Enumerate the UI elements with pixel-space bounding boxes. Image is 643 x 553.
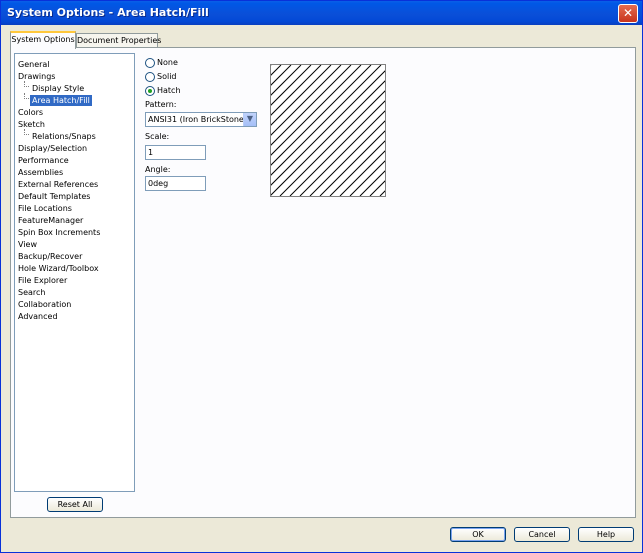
title-bar[interactable]: System Options - Area Hatch/Fill ✕	[1, 1, 642, 25]
tree-item-backup-recover[interactable]: Backup/Recover	[18, 251, 82, 262]
tree-item-hole-wizard-toolbox[interactable]: Hole Wizard/Toolbox	[18, 263, 99, 274]
tree-item-external-references[interactable]: External References	[18, 179, 98, 190]
hatch-line	[329, 140, 385, 196]
reset-all-button[interactable]: Reset All	[47, 497, 103, 512]
options-tree[interactable]: General Drawings Display Style Area Hatc…	[14, 53, 135, 492]
tree-item-colors[interactable]: Colors	[18, 107, 43, 118]
tree-item-featuremanager[interactable]: FeatureManager	[18, 215, 83, 226]
hatch-line	[271, 80, 385, 196]
chevron-down-icon[interactable]: ▼	[243, 113, 256, 126]
hatch-line	[299, 110, 385, 196]
pattern-select[interactable]: ANSI31 (Iron BrickStone) ▼	[145, 112, 257, 127]
tree-item-view[interactable]: View	[18, 239, 37, 250]
tab-system-options[interactable]: System Options	[10, 31, 76, 49]
window-title: System Options - Area Hatch/Fill	[7, 6, 209, 19]
hatch-line	[369, 180, 385, 196]
tree-item-sketch[interactable]: Sketch	[18, 119, 45, 130]
tab-label: System Options	[11, 35, 75, 44]
radio-solid-indicator[interactable]	[145, 72, 155, 82]
scale-label: Scale:	[145, 132, 170, 141]
ok-button[interactable]: OK	[450, 527, 506, 542]
tree-item-advanced[interactable]: Advanced	[18, 311, 58, 322]
hatch-preview	[270, 64, 386, 197]
tree-item-default-templates[interactable]: Default Templates	[18, 191, 90, 202]
tree-item-display-selection[interactable]: Display/Selection	[18, 143, 87, 154]
radio-hatch-label: Hatch	[157, 86, 181, 95]
tree-connector	[24, 81, 29, 87]
close-icon[interactable]: ✕	[618, 4, 638, 23]
tree-item-file-explorer[interactable]: File Explorer	[18, 275, 67, 286]
tree-item-assemblies[interactable]: Assemblies	[18, 167, 63, 178]
radio-none-indicator[interactable]	[145, 58, 155, 68]
tree-item-general[interactable]: General	[18, 59, 50, 70]
tree-connector	[24, 129, 29, 135]
tree-item-display-style[interactable]: Display Style	[32, 83, 84, 94]
tree-item-collaboration[interactable]: Collaboration	[18, 299, 71, 310]
tree-item-performance[interactable]: Performance	[18, 155, 69, 166]
hatch-pattern-graphic	[271, 65, 385, 196]
system-options-dialog: System Options - Area Hatch/Fill ✕ Syste…	[0, 0, 643, 553]
radio-hatch-indicator[interactable]	[145, 86, 155, 96]
angle-input[interactable]: 0deg	[145, 176, 206, 191]
radio-selected-dot	[148, 89, 152, 93]
tab-label: Document Properties	[77, 36, 162, 45]
tree-item-relations-snaps[interactable]: Relations/Snaps	[32, 131, 96, 142]
options-panel: General Drawings Display Style Area Hatc…	[10, 47, 636, 518]
tree-item-search[interactable]: Search	[18, 287, 45, 298]
tree-item-file-locations[interactable]: File Locations	[18, 203, 72, 214]
radio-solid-label: Solid	[157, 72, 177, 81]
hatch-line	[339, 150, 385, 196]
tree-item-spin-box-increments[interactable]: Spin Box Increments	[18, 227, 100, 238]
hatch-line	[271, 70, 385, 186]
tree-item-area-hatch-fill[interactable]: Area Hatch/Fill	[30, 95, 92, 106]
angle-label: Angle:	[145, 165, 171, 174]
pattern-select-value: ANSI31 (Iron BrickStone)	[148, 115, 247, 124]
pattern-label: Pattern:	[145, 100, 177, 109]
radio-none-label: None	[157, 58, 178, 67]
help-button[interactable]: Help	[578, 527, 634, 542]
tree-connector	[24, 93, 29, 99]
scale-input[interactable]: 1	[145, 145, 206, 160]
cancel-button[interactable]: Cancel	[514, 527, 570, 542]
